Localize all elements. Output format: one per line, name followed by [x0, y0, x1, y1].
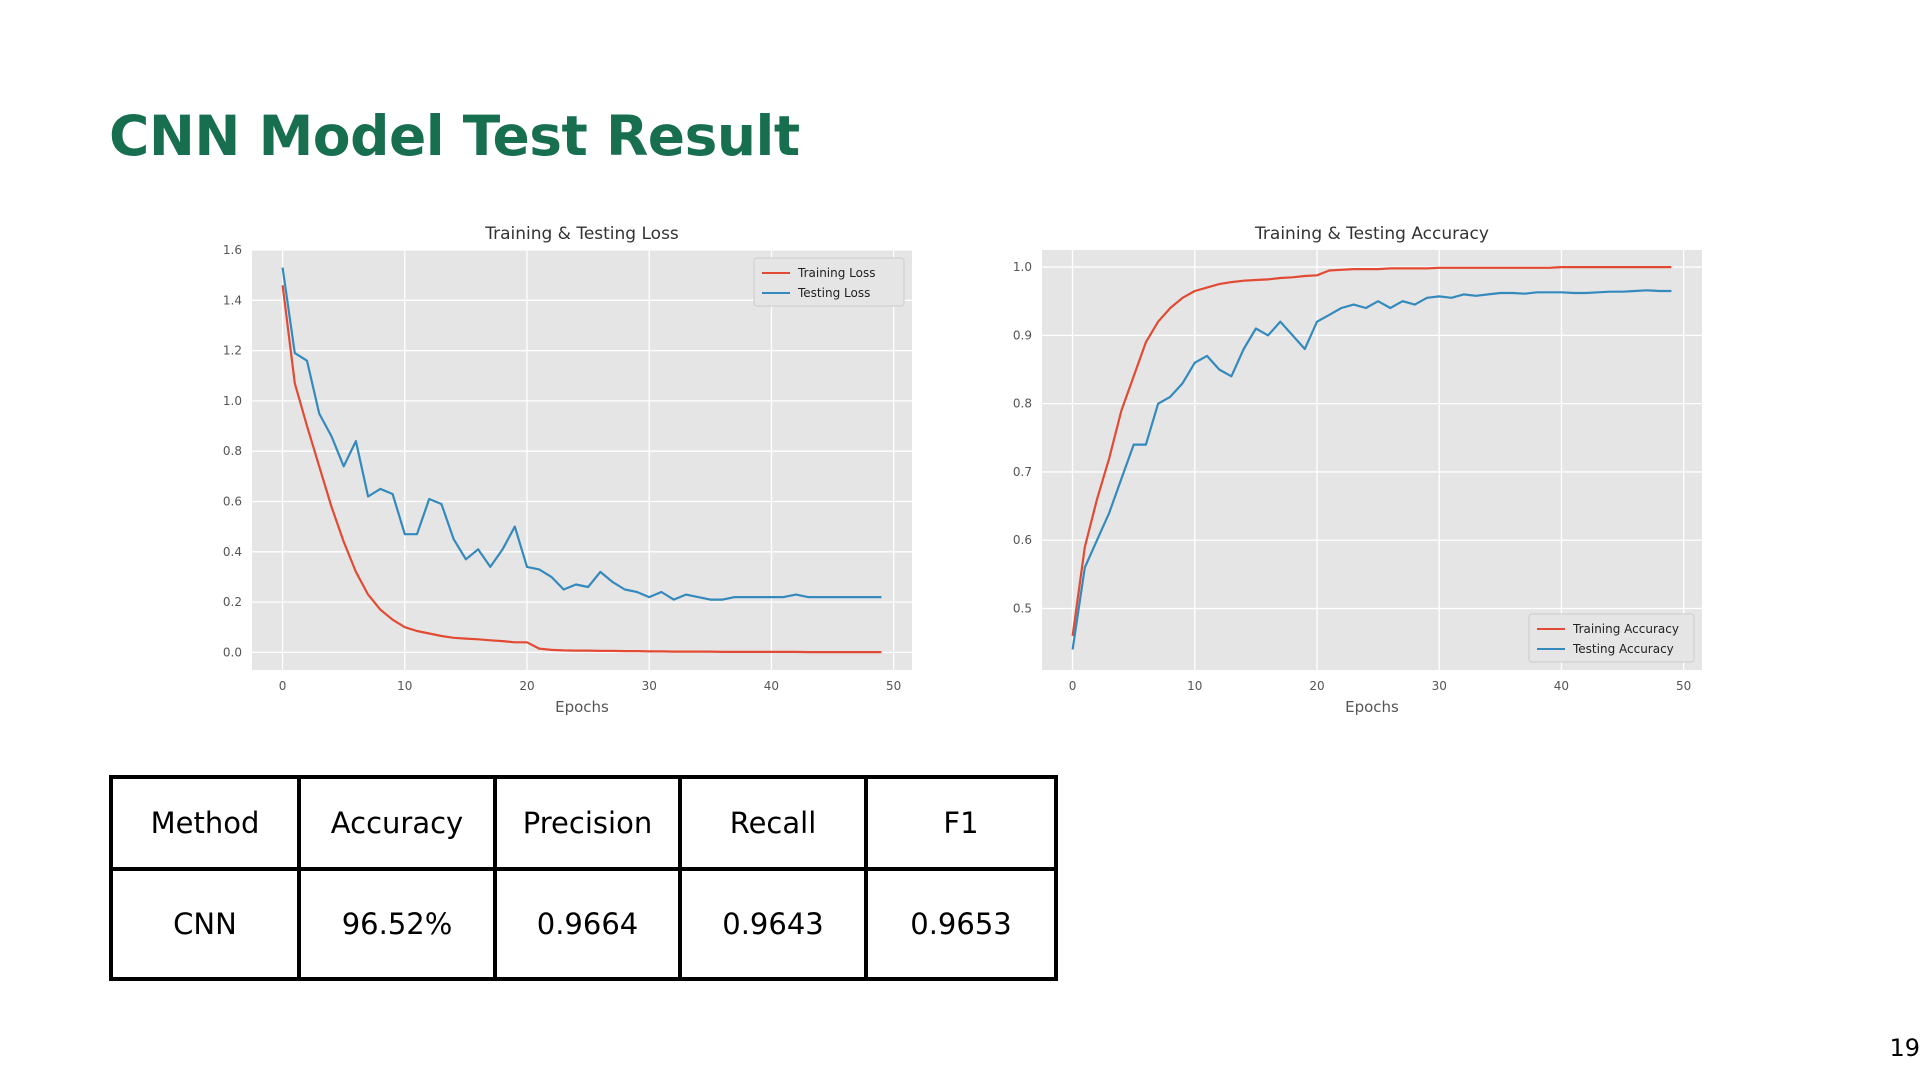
- slide-title: CNN Model Test Result: [109, 104, 800, 168]
- header-cell-precision: Precision: [493, 775, 682, 871]
- plot-area: [1042, 250, 1702, 670]
- plot-area: [252, 250, 912, 670]
- y-tick-label: 0.6: [223, 494, 242, 508]
- x-tick-label: 30: [642, 679, 657, 693]
- cell-recall: 0.9643: [678, 867, 868, 981]
- x-tick-label: 50: [1676, 679, 1691, 693]
- accuracy-chart: Training & Testing Accuracy 0 10 20 30 40 50 0.…: [1013, 224, 1702, 716]
- y-tick-label: 0.9: [1013, 328, 1032, 342]
- table-header-row: Method Accuracy Precision Recall F1: [109, 775, 1058, 871]
- loss-chart: Training & Testing Loss 0 10 20 30 40 50 0.0 0.2…: [223, 224, 912, 716]
- cell-precision: 0.9664: [493, 867, 682, 981]
- x-tick-label: 40: [1554, 679, 1569, 693]
- legend-label: Testing Loss: [797, 286, 870, 300]
- x-tick-label: 50: [886, 679, 901, 693]
- y-tick-label: 0.8: [223, 444, 242, 458]
- y-tick-label: 0.6: [1013, 533, 1032, 547]
- y-tick-label: 1.6: [223, 243, 242, 257]
- y-tick-label: 0.7: [1013, 465, 1032, 479]
- results-table: Method Accuracy Precision Recall F1 CNN …: [109, 775, 1058, 981]
- table-row: CNN 96.52% 0.9664 0.9643 0.9653: [109, 867, 1058, 981]
- x-axis-label: Epochs: [1345, 698, 1399, 716]
- cell-method: CNN: [109, 867, 301, 981]
- y-tick-label: 1.0: [223, 394, 242, 408]
- y-tick-label: 0.2: [223, 595, 242, 609]
- x-tick-label: 10: [1187, 679, 1202, 693]
- header-cell-recall: Recall: [678, 775, 868, 871]
- legend-label: Testing Accuracy: [1572, 642, 1674, 656]
- y-tick-label: 0.0: [223, 645, 242, 659]
- x-tick-label: 0: [1069, 679, 1077, 693]
- x-tick-label: 0: [279, 679, 287, 693]
- y-tick-label: 1.4: [223, 293, 242, 307]
- page-number: 19: [1889, 1034, 1920, 1062]
- y-tick-label: 0.8: [1013, 397, 1032, 411]
- x-tick-label: 10: [397, 679, 412, 693]
- x-axis-label: Epochs: [555, 698, 609, 716]
- legend-label: Training Accuracy: [1572, 622, 1679, 636]
- chart-title: Training & Testing Accuracy: [1254, 224, 1489, 244]
- y-tick-label: 0.5: [1013, 602, 1032, 616]
- cell-f1: 0.9653: [864, 867, 1058, 981]
- cell-accuracy: 96.52%: [297, 867, 497, 981]
- y-tick-label: 1.0: [1013, 260, 1032, 274]
- y-tick-label: 1.2: [223, 344, 242, 358]
- legend-label: Training Loss: [797, 266, 875, 280]
- x-tick-label: 20: [1309, 679, 1324, 693]
- header-cell-accuracy: Accuracy: [297, 775, 497, 871]
- x-tick-label: 30: [1432, 679, 1447, 693]
- y-tick-label: 0.4: [223, 545, 242, 559]
- chart-title: Training & Testing Loss: [484, 224, 679, 244]
- x-tick-label: 40: [764, 679, 779, 693]
- header-cell-method: Method: [109, 775, 301, 871]
- header-cell-f1: F1: [864, 775, 1058, 871]
- x-tick-label: 20: [519, 679, 534, 693]
